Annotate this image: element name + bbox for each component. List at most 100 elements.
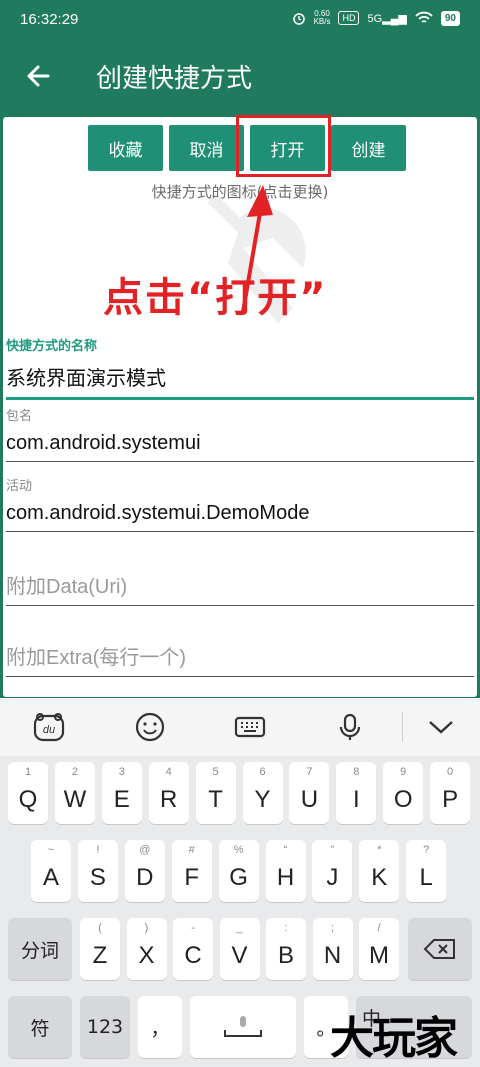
key-w[interactable]: 2W [54,762,95,824]
key-x[interactable]: ) X [126,918,167,980]
number-key[interactable]: 123 [80,996,130,1058]
key-r[interactable]: 4R [148,762,189,824]
key-secondary-label: : [284,922,288,934]
du-logo-icon[interactable]: du [32,710,66,744]
key-l[interactable]: ? L [406,840,447,902]
key-primary-label: V [231,942,248,969]
key-i[interactable]: 8I [336,762,377,824]
key-secondary-label: 3 [118,766,125,778]
page-title: 创建快捷方式 [96,64,253,94]
key-secondary-label: ; [330,922,335,934]
key-secondary-label: 2 [71,766,78,778]
key-e[interactable]: 3E [101,762,142,824]
key-secondary-label: 6 [259,766,266,778]
key-f[interactable]: # F [171,840,212,902]
svg-text:du: du [43,724,55,736]
key-primary-label: F [184,864,200,891]
key-primary-label: W [63,786,87,813]
key-primary-label: R [160,786,178,813]
symbol-key[interactable]: 符 [8,996,72,1058]
key-secondary-label: ~ [47,844,55,856]
create-button[interactable]: 创建 [331,125,406,171]
key-secondary-label: _ [236,922,243,934]
status-icons: 0.60 KB/s HD 5G▂▄▆ 90 [292,10,460,26]
key-secondary-label: 4 [165,766,172,778]
key-primary-label: U [300,786,319,813]
space-mic-icon [224,1016,262,1037]
key-a[interactable]: ~ A [31,840,71,902]
key-g[interactable]: % G [218,840,259,902]
key-secondary-label: 1 [24,766,32,778]
key-primary-label: B [277,942,294,969]
key-secondary-label: “ [283,844,288,856]
key-secondary-label: 8 [353,766,360,778]
space-key[interactable] [190,996,296,1058]
extra-field[interactable]: 附加Extra(每行一个) [6,641,474,677]
activity-input[interactable]: com.android.systemui.DemoMode [6,502,474,532]
emoji-icon[interactable] [133,710,167,744]
package-field[interactable]: 包名 com.android.systemui [6,405,474,462]
key-v[interactable]: _ V [219,918,260,980]
key-primary-label: I [352,786,360,813]
key-secondary-label: ? [423,844,430,856]
cancel-button[interactable]: 取消 [169,125,244,171]
chevron-down-icon[interactable] [424,710,458,744]
key-q[interactable]: 1Q [8,762,48,824]
wifi-icon [415,11,433,23]
key-primary-label: P [442,786,459,813]
activity-field[interactable]: 活动 com.android.systemui.DemoMode [6,475,474,532]
name-input[interactable]: 系统界面演示模式 [6,362,474,400]
key-secondary-label: @ [139,844,151,856]
package-label: 包名 [6,409,33,424]
key-s[interactable]: ! S [77,840,118,902]
microphone-icon[interactable] [333,710,367,744]
app-bar: 创建快捷方式 [0,40,480,114]
back-arrow-icon[interactable] [22,60,54,92]
key-t[interactable]: 5T [195,762,236,824]
key-p[interactable]: 0P [430,762,471,824]
key-z[interactable]: (Z [80,918,120,980]
data-field[interactable]: 附加Data(Uri) [6,570,474,606]
key-primary-label: S [89,864,106,891]
key-primary-label: G [229,864,248,891]
battery-icon: 90 [440,10,460,26]
content-area: 收藏 取消 打开 创建 快捷方式的图标(点击更换) 点击“打开” 快捷方式的名称… [0,114,480,698]
key-primary-label: M [369,942,389,969]
key-j[interactable]: ” J [312,840,353,902]
key-secondary-label: / [377,922,381,934]
status-bar: 16:32:29 0.60 KB/s HD 5G▂▄▆ 90 [0,0,480,40]
key-b[interactable]: :B [266,918,306,980]
key-m[interactable]: / M [359,918,399,980]
comma-key[interactable]: ， [138,996,182,1058]
key-primary-label: E [113,786,130,813]
key-n[interactable]: ; N [312,918,353,980]
extra-input[interactable]: 附加Extra(每行一个) [6,641,474,677]
key-h[interactable]: “H [265,840,306,902]
key-primary-label: A [42,864,59,891]
keyboard-layout-icon[interactable] [233,710,267,744]
key-d[interactable]: @ D [124,840,165,902]
name-label: 快捷方式的名称 [6,339,98,354]
key-y[interactable]: 6Y [242,762,283,824]
key-primary-label: K [371,864,388,891]
segment-key[interactable]: 分词 [8,918,72,980]
name-field[interactable]: 快捷方式的名称 系统界面演示模式 [6,335,474,400]
activity-label: 活动 [6,479,33,494]
data-input[interactable]: 附加Data(Uri) [6,570,474,606]
backspace-key[interactable] [408,918,472,980]
key-primary-label: Q [18,786,38,813]
package-input[interactable]: com.android.systemui [6,432,474,462]
annotation-text: 点击“打开” [103,275,328,321]
key-secondary-label: ( [98,922,102,934]
favorite-button[interactable]: 收藏 [88,125,163,171]
key-c[interactable]: -C [173,918,213,980]
key-u[interactable]: 7U [289,762,330,824]
key-primary-label: C [184,942,202,969]
key-k[interactable]: * K [359,840,400,902]
key-primary-label: T [208,786,223,813]
key-secondary-label: 5 [212,766,219,778]
shortcut-form-card: 收藏 取消 打开 创建 快捷方式的图标(点击更换) 点击“打开” 快捷方式的名称… [3,115,477,697]
backspace-icon [423,939,455,959]
key-o[interactable]: 9O [383,762,424,824]
key-primary-label: H [276,864,295,891]
